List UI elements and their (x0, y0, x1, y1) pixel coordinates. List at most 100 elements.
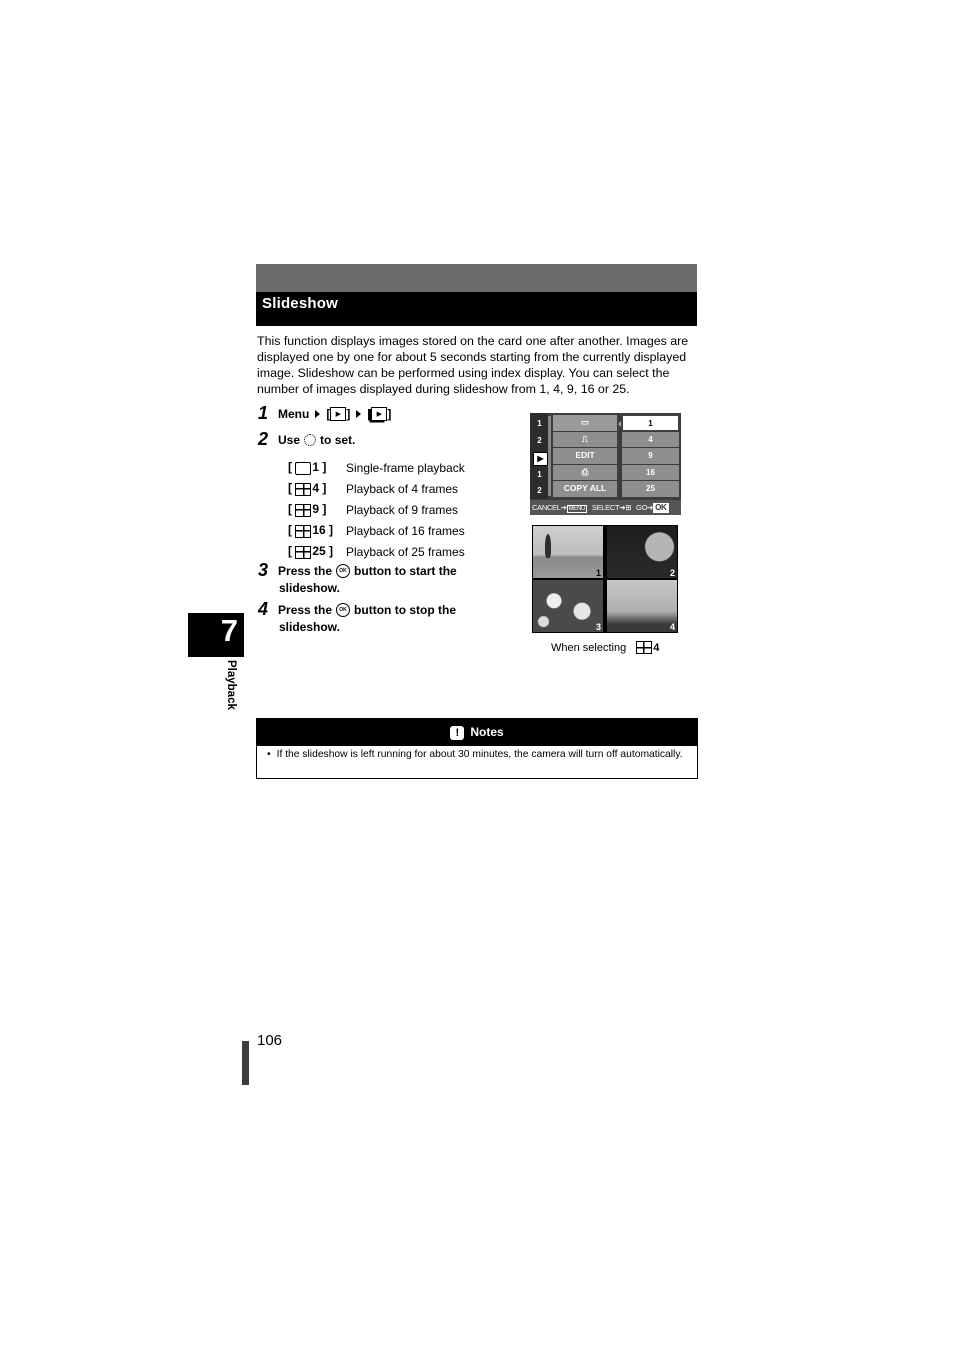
submenu-option-25: 25 (622, 481, 679, 497)
caption-text: When selecting (551, 641, 627, 654)
notes-box: ! Notes • If the slideshow is left runnin… (256, 718, 698, 779)
menu-scrollbar (548, 416, 551, 496)
section-header-band (256, 264, 697, 292)
options-list: [ 1 ] Single-frame playback [ 4 ] Playba… (288, 457, 465, 562)
menu-label: Menu (278, 406, 310, 421)
step-4: 4 Press the OK button to stop the slides… (258, 599, 456, 634)
option-desc: Playback of 25 frames (346, 544, 465, 559)
option-row: [ 9 ] Playback of 9 frames (288, 499, 465, 520)
section-title: Slideshow (262, 295, 338, 312)
index-display-preview: 1 2 3 4 (532, 525, 678, 633)
photo-number: 3 (595, 622, 601, 632)
option-desc: Single-frame playback (346, 460, 465, 475)
step-text: slideshow. (279, 620, 340, 634)
option-row: [ 25 ] Playback of 25 frames (288, 541, 465, 562)
playback-tab-icon: ▶ (533, 452, 548, 466)
arrow-right-icon (356, 409, 362, 418)
option-row: [ 1 ] Single-frame playback (288, 457, 465, 478)
chapter-label: Playback (225, 660, 237, 710)
grid-16-icon (295, 524, 312, 538)
photo-number: 1 (595, 568, 601, 578)
grid-4-icon (295, 482, 312, 496)
ok-button-icon: OK (336, 563, 351, 578)
selector-arrow-icon (618, 421, 621, 427)
notes-title: Notes (470, 725, 504, 739)
play-icon: ▶ (330, 406, 347, 421)
camera-menu-screen: 1 2 ▶ 1 2 ▭ ⎍ EDIT ⎙ COPY ALL 1 4 9 16 2… (530, 413, 681, 515)
single-frame-icon (295, 461, 312, 475)
option-desc: Playback of 16 frames (346, 523, 465, 538)
step-number: 2 (258, 429, 269, 449)
notes-text: If the slideshow is left running for abo… (276, 749, 683, 760)
print-menu-item: ⎙ (553, 464, 617, 480)
photo-thumbnail: 1 (533, 526, 603, 578)
option-code: [ 16 ] (288, 523, 334, 538)
go-hint: GO (636, 503, 648, 512)
setup-2-icon: 2 (537, 486, 542, 495)
grid-4-icon (636, 641, 653, 654)
menu-side-tabs: 1 2 ▶ 1 2 (530, 413, 548, 499)
bracket-close: ] (387, 406, 392, 421)
photo-thumbnail: 2 (607, 526, 677, 578)
intro-paragraph: This function displays images stored on … (257, 334, 689, 396)
cancel-hint: CANCEL (532, 503, 561, 512)
option-row: [ 16 ] Playback of 16 frames (288, 520, 465, 541)
setup-1-icon: 1 (537, 470, 542, 479)
arrow-right-icon (315, 409, 321, 418)
grid-9-icon (295, 503, 312, 517)
slideshow-icon: ▶ (371, 406, 388, 421)
photo-number: 2 (669, 568, 675, 578)
submenu-options: 1 4 9 16 25 (622, 415, 679, 498)
submenu-option-16: 16 (622, 464, 679, 480)
notes-header: ! Notes (257, 719, 697, 746)
camera-2-icon: 2 (537, 436, 542, 445)
option-code: [ 4 ] (288, 481, 327, 496)
step-2: 2 Use to set. (258, 429, 355, 450)
page-number: 106 (257, 1032, 283, 1049)
step-number: 4 (258, 599, 269, 619)
edit-menu-item: EDIT (553, 448, 617, 464)
submenu-option-4: 4 (622, 431, 679, 447)
step-number: 1 (258, 403, 269, 423)
camera-1-icon: 1 (537, 419, 542, 428)
photo-thumbnail: 4 (607, 580, 677, 632)
arrow-pad-icon: ⊞ (625, 503, 632, 512)
menu-key-icon: MENU (566, 505, 588, 513)
caption-code: 4 (653, 641, 660, 654)
option-row: [ 4 ] Playback of 4 frames (288, 478, 465, 499)
step-text: Press the (278, 563, 333, 578)
ok-key-icon: OK (653, 503, 669, 513)
submenu-option-9: 9 (622, 448, 679, 464)
option-desc: Playback of 9 frames (346, 502, 459, 517)
chapter-number: 7 (188, 613, 244, 657)
step-text: button to stop the (354, 602, 457, 617)
select-hint: SELECT (591, 503, 620, 512)
option-code: [ 9 ] (288, 502, 327, 517)
grid-25-icon (295, 545, 312, 559)
slideshow-menu-item: ▭ (553, 415, 617, 431)
menu-footer: CANCEL➔ MENU SELECT➔⊞ GO➔ OK (530, 500, 681, 515)
step-1: 1 Menu [ ▶ ] [ ▶ ] (258, 403, 391, 424)
submenu-option-1: 1 (622, 415, 679, 431)
notes-item: • If the slideshow is left running for a… (257, 746, 697, 761)
step-text: Use (278, 432, 301, 447)
step-number: 3 (258, 560, 269, 580)
step-text: button to start the (354, 563, 457, 578)
option-code: [ 25 ] (288, 544, 334, 559)
step-3: 3 Press the OK button to start the slide… (258, 560, 457, 595)
photo-number: 4 (669, 622, 675, 632)
photo-thumbnail: 3 (533, 580, 603, 632)
step-text: to set. (320, 432, 356, 447)
bracket-close: ] (346, 406, 351, 421)
rotate-menu-item: ⎍ (553, 431, 617, 447)
ok-button-icon: OK (336, 602, 351, 617)
bullet: • (267, 749, 271, 760)
menu-items: ▭ ⎍ EDIT ⎙ COPY ALL (553, 415, 617, 498)
arrow-pad-icon (304, 433, 317, 446)
page-marker-bar (242, 1041, 249, 1085)
step-text: Press the (278, 602, 333, 617)
photo-caption: When selecting 4 (551, 641, 659, 654)
step-text: slideshow. (279, 581, 340, 595)
option-desc: Playback of 4 frames (346, 481, 459, 496)
option-code: [ 1 ] (288, 460, 327, 475)
